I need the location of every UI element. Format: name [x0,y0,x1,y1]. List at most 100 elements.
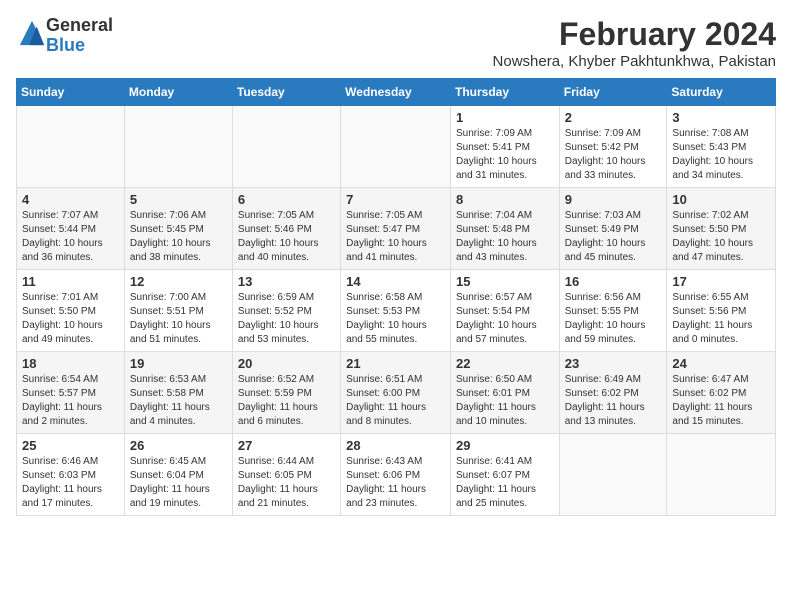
day-info: Sunrise: 7:05 AM Sunset: 5:46 PM Dayligh… [238,209,335,265]
day-number: 18 [22,356,119,371]
title-block: February 2024 Nowshera, Khyber Pakhtunkh… [493,16,776,70]
logo-icon [18,19,46,47]
weekday-header: Wednesday [341,79,451,106]
calendar-day-cell: 11 Sunrise: 7:01 AM Sunset: 5:50 PM Dayli… [17,270,125,352]
calendar-day-cell: 6 Sunrise: 7:05 AM Sunset: 5:46 PM Daylig… [232,188,340,270]
calendar-day-cell [341,106,451,188]
calendar-day-cell [667,434,776,516]
calendar-day-cell: 25 Sunrise: 6:46 AM Sunset: 6:03 PM Dayli… [17,434,125,516]
day-info: Sunrise: 7:07 AM Sunset: 5:44 PM Dayligh… [22,209,119,265]
day-number: 8 [456,192,554,207]
calendar-week-row: 11 Sunrise: 7:01 AM Sunset: 5:50 PM Dayli… [17,270,776,352]
day-info: Sunrise: 6:41 AM Sunset: 6:07 PM Dayligh… [456,455,554,511]
day-info: Sunrise: 7:00 AM Sunset: 5:51 PM Dayligh… [130,291,227,347]
day-info: Sunrise: 6:43 AM Sunset: 6:06 PM Dayligh… [346,455,445,511]
calendar-day-cell: 14 Sunrise: 6:58 AM Sunset: 5:53 PM Dayli… [341,270,451,352]
calendar-day-cell: 7 Sunrise: 7:05 AM Sunset: 5:47 PM Daylig… [341,188,451,270]
calendar-day-cell: 8 Sunrise: 7:04 AM Sunset: 5:48 PM Daylig… [450,188,559,270]
day-number: 21 [346,356,445,371]
day-number: 23 [565,356,662,371]
day-info: Sunrise: 6:54 AM Sunset: 5:57 PM Dayligh… [22,373,119,429]
day-number: 25 [22,438,119,453]
calendar-day-cell: 29Sunrise: 6:41 AM Sunset: 6:07 PM Dayli… [450,434,559,516]
day-info: Sunrise: 6:52 AM Sunset: 5:59 PM Dayligh… [238,373,335,429]
day-info: Sunrise: 6:56 AM Sunset: 5:55 PM Dayligh… [565,291,662,347]
day-info: Sunrise: 7:05 AM Sunset: 5:47 PM Dayligh… [346,209,445,265]
day-number: 19 [130,356,227,371]
day-info: Sunrise: 6:53 AM Sunset: 5:58 PM Dayligh… [130,373,227,429]
logo-text: General Blue [46,16,113,56]
day-number: 13 [238,274,335,289]
day-info: Sunrise: 7:09 AM Sunset: 5:41 PM Dayligh… [456,127,554,183]
day-number: 6 [238,192,335,207]
calendar-day-cell: 5 Sunrise: 7:06 AM Sunset: 5:45 PM Daylig… [124,188,232,270]
calendar-day-cell: 16 Sunrise: 6:56 AM Sunset: 5:55 PM Dayli… [559,270,667,352]
day-info: Sunrise: 7:06 AM Sunset: 5:45 PM Dayligh… [130,209,227,265]
calendar-day-cell: 2Sunrise: 7:09 AM Sunset: 5:42 PM Daylig… [559,106,667,188]
day-number: 16 [565,274,662,289]
page-header: General Blue February 2024 Nowshera, Khy… [16,16,776,70]
day-info: Sunrise: 6:51 AM Sunset: 6:00 PM Dayligh… [346,373,445,429]
day-info: Sunrise: 6:50 AM Sunset: 6:01 PM Dayligh… [456,373,554,429]
day-number: 22 [456,356,554,371]
calendar-week-row: 18 Sunrise: 6:54 AM Sunset: 5:57 PM Dayli… [17,352,776,434]
calendar-day-cell: 19 Sunrise: 6:53 AM Sunset: 5:58 PM Dayli… [124,352,232,434]
calendar-week-row: 25 Sunrise: 6:46 AM Sunset: 6:03 PM Dayli… [17,434,776,516]
weekday-header: Thursday [450,79,559,106]
calendar-header-row: SundayMondayTuesdayWednesdayThursdayFrid… [17,79,776,106]
location-subtitle: Nowshera, Khyber Pakhtunkhwa, Pakistan [493,53,776,70]
day-number: 24 [672,356,770,371]
calendar-day-cell: 24 Sunrise: 6:47 AM Sunset: 6:02 PM Dayli… [667,352,776,434]
calendar-day-cell: 27 Sunrise: 6:44 AM Sunset: 6:05 PM Dayli… [232,434,340,516]
calendar-day-cell [232,106,340,188]
day-info: Sunrise: 7:04 AM Sunset: 5:48 PM Dayligh… [456,209,554,265]
calendar-day-cell: 12Sunrise: 7:00 AM Sunset: 5:51 PM Dayli… [124,270,232,352]
day-info: Sunrise: 7:02 AM Sunset: 5:50 PM Dayligh… [672,209,770,265]
calendar-day-cell: 17Sunrise: 6:55 AM Sunset: 5:56 PM Dayli… [667,270,776,352]
calendar-day-cell [559,434,667,516]
calendar-day-cell: 28 Sunrise: 6:43 AM Sunset: 6:06 PM Dayli… [341,434,451,516]
day-number: 20 [238,356,335,371]
day-number: 14 [346,274,445,289]
calendar-day-cell: 21 Sunrise: 6:51 AM Sunset: 6:00 PM Dayli… [341,352,451,434]
day-info: Sunrise: 7:03 AM Sunset: 5:49 PM Dayligh… [565,209,662,265]
day-number: 17 [672,274,770,289]
calendar-table: SundayMondayTuesdayWednesdayThursdayFrid… [16,78,776,516]
calendar-day-cell: 20 Sunrise: 6:52 AM Sunset: 5:59 PM Dayli… [232,352,340,434]
weekday-header: Monday [124,79,232,106]
calendar-day-cell: 1 Sunrise: 7:09 AM Sunset: 5:41 PM Daylig… [450,106,559,188]
day-number: 4 [22,192,119,207]
weekday-header: Friday [559,79,667,106]
day-number: 15 [456,274,554,289]
weekday-header: Tuesday [232,79,340,106]
day-info: Sunrise: 6:57 AM Sunset: 5:54 PM Dayligh… [456,291,554,347]
calendar-day-cell: 10Sunrise: 7:02 AM Sunset: 5:50 PM Dayli… [667,188,776,270]
day-info: Sunrise: 6:49 AM Sunset: 6:02 PM Dayligh… [565,373,662,429]
logo-blue: Blue [46,35,85,55]
calendar-day-cell [124,106,232,188]
logo-general: General [46,15,113,35]
day-info: Sunrise: 7:01 AM Sunset: 5:50 PM Dayligh… [22,291,119,347]
calendar-day-cell: 13 Sunrise: 6:59 AM Sunset: 5:52 PM Dayli… [232,270,340,352]
day-number: 28 [346,438,445,453]
day-number: 3 [672,110,770,125]
calendar-day-cell: 23 Sunrise: 6:49 AM Sunset: 6:02 PM Dayli… [559,352,667,434]
day-number: 11 [22,274,119,289]
day-info: Sunrise: 7:08 AM Sunset: 5:43 PM Dayligh… [672,127,770,183]
day-number: 7 [346,192,445,207]
day-info: Sunrise: 6:59 AM Sunset: 5:52 PM Dayligh… [238,291,335,347]
calendar-week-row: 4 Sunrise: 7:07 AM Sunset: 5:44 PM Daylig… [17,188,776,270]
day-info: Sunrise: 6:44 AM Sunset: 6:05 PM Dayligh… [238,455,335,511]
day-number: 27 [238,438,335,453]
calendar-day-cell: 26Sunrise: 6:45 AM Sunset: 6:04 PM Dayli… [124,434,232,516]
day-info: Sunrise: 6:58 AM Sunset: 5:53 PM Dayligh… [346,291,445,347]
calendar-day-cell: 4 Sunrise: 7:07 AM Sunset: 5:44 PM Daylig… [17,188,125,270]
day-number: 1 [456,110,554,125]
day-info: Sunrise: 6:47 AM Sunset: 6:02 PM Dayligh… [672,373,770,429]
day-info: Sunrise: 6:46 AM Sunset: 6:03 PM Dayligh… [22,455,119,511]
day-info: Sunrise: 7:09 AM Sunset: 5:42 PM Dayligh… [565,127,662,183]
calendar-day-cell: 18 Sunrise: 6:54 AM Sunset: 5:57 PM Dayli… [17,352,125,434]
calendar-day-cell [17,106,125,188]
calendar-day-cell: 3 Sunrise: 7:08 AM Sunset: 5:43 PM Daylig… [667,106,776,188]
day-number: 5 [130,192,227,207]
